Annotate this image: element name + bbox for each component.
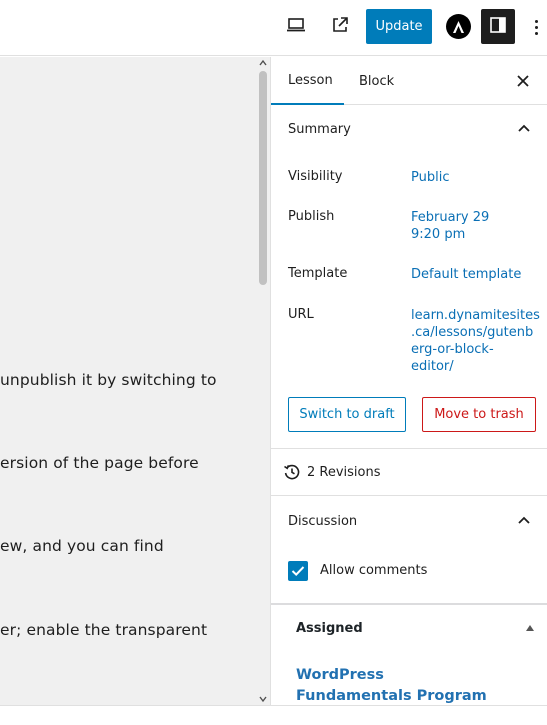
settings-toggle-button[interactable] (481, 9, 515, 44)
publish-label: Publish (288, 209, 335, 224)
scroll-down-arrow-icon[interactable] (259, 695, 267, 703)
close-icon[interactable] (515, 73, 531, 89)
more-options-button[interactable] (530, 14, 542, 40)
chevron-up-icon (518, 124, 530, 132)
settings-sidebar: Lesson Block Summary Visibility Public P… (270, 57, 547, 705)
editor-footer (0, 705, 547, 725)
tab-lesson[interactable]: Lesson (271, 57, 344, 105)
revisions-label: 2 Revisions (307, 464, 381, 480)
editor-canvas[interactable]: unpublish it by switching to ersion of t… (0, 57, 256, 705)
scrollbar-thumb[interactable] (259, 71, 267, 285)
external-link-icon (331, 16, 349, 38)
allow-comments-checkbox[interactable] (288, 561, 308, 581)
url-label: URL (288, 307, 314, 322)
visibility-label: Visibility (288, 169, 343, 184)
publish-date-value[interactable]: February 29 9:20 pm (411, 209, 489, 243)
sidebar-toggle-icon (489, 16, 507, 38)
laptop-icon (286, 17, 306, 37)
template-value[interactable]: Default template (411, 266, 521, 283)
revisions-link[interactable]: 2 Revisions (283, 462, 381, 482)
checkmark-icon (291, 566, 305, 577)
update-button[interactable]: Update (366, 9, 432, 44)
preview-button[interactable] (278, 10, 314, 44)
content-text-line: ersion of the page before (0, 454, 199, 472)
url-value[interactable]: learn.dynamitesites .ca/lessons/gutenb e… (411, 307, 540, 375)
discussion-title: Discussion (288, 513, 358, 529)
discussion-panel-toggle[interactable]: Discussion (271, 497, 547, 545)
tab-block[interactable]: Block (359, 57, 394, 105)
allow-comments-label[interactable]: Allow comments (320, 563, 427, 578)
vertical-ellipsis-icon (534, 19, 538, 23)
sidebar-tabs: Lesson Block (271, 57, 547, 105)
astra-logo-icon[interactable] (446, 14, 471, 39)
content-text-line: unpublish it by switching to (0, 371, 217, 389)
scroll-up-arrow-icon[interactable] (259, 59, 267, 67)
collapse-triangle-icon[interactable] (526, 625, 534, 631)
divider (271, 448, 547, 449)
content-scrollbar[interactable] (256, 57, 270, 705)
assigned-metabox: Assigned WordPress Fundamentals Program (271, 603, 547, 705)
view-post-button[interactable] (322, 10, 358, 44)
assigned-title: Assigned (296, 621, 363, 636)
summary-panel-toggle[interactable]: Summary (271, 105, 547, 153)
move-to-trash-button[interactable]: Move to trash (422, 397, 536, 432)
content-text-line: ew, and you can find (0, 537, 164, 555)
chevron-up-icon (518, 516, 530, 524)
divider (271, 495, 547, 496)
switch-to-draft-button[interactable]: Switch to draft (288, 397, 406, 432)
summary-title: Summary (288, 121, 351, 137)
history-icon (284, 464, 300, 480)
visibility-value[interactable]: Public (411, 169, 449, 186)
editor-header: Update (0, 0, 547, 56)
template-label: Template (288, 266, 348, 281)
content-text-line: er; enable the transparent (0, 621, 208, 639)
assigned-program-link[interactable]: WordPress Fundamentals Program (296, 665, 496, 705)
